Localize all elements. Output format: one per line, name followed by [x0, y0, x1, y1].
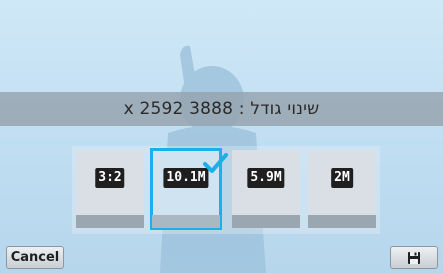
- size-5-9m-icon: 5.9M: [247, 168, 285, 188]
- option-2m[interactable]: 2M: [308, 150, 376, 228]
- save-button[interactable]: [390, 246, 438, 269]
- cancel-label: Cancel: [10, 250, 60, 265]
- ratio-3-2-icon: 3:2: [95, 168, 125, 188]
- cancel-button[interactable]: Cancel: [6, 246, 64, 269]
- camera-screen: שינוי גודל : 3888 x 2592 3:2 10.1M 5.9M …: [0, 0, 443, 273]
- option-5-9m[interactable]: 5.9M: [232, 150, 300, 228]
- title-bar: שינוי גודל : 3888 x 2592: [0, 92, 443, 126]
- option-base: [152, 215, 220, 228]
- page-title: שינוי גודל : 3888 x 2592: [123, 99, 320, 119]
- size-2m-icon: 2M: [331, 168, 353, 188]
- option-base: [76, 215, 144, 228]
- checkmark-icon: [203, 153, 228, 173]
- save-icon: [408, 251, 420, 264]
- option-base: [308, 215, 376, 228]
- option-base: [232, 215, 300, 228]
- option-3-2[interactable]: 3:2: [76, 150, 144, 228]
